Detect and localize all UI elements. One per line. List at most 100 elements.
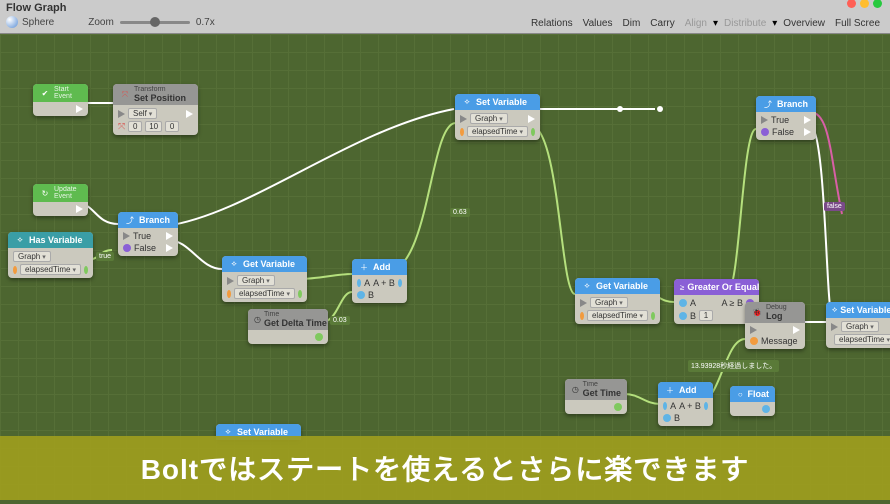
port-icon <box>460 128 464 136</box>
plus-icon: ＋ <box>664 384 676 396</box>
branch-icon: ⤴ <box>762 98 774 110</box>
zoom-slider[interactable] <box>120 21 190 24</box>
graph-canvas[interactable]: ✔StartEvent ⤧TransformSet Position Self … <box>0 34 890 500</box>
debug-value: 0.63 <box>450 208 470 217</box>
node-start-event[interactable]: ✔StartEvent <box>33 84 88 116</box>
node-get-variable-2[interactable]: ⟡Get Variable Graph elapsedTime <box>575 278 660 324</box>
port-icon <box>761 128 769 136</box>
node-get-time[interactable]: ◷TimeGet Time <box>565 379 627 414</box>
node-set-position[interactable]: ⤧TransformSet Position Self ⤧0100 <box>113 84 198 135</box>
port-icon <box>123 244 131 252</box>
flow-out-icon <box>528 115 535 123</box>
clock-icon: ◷ <box>254 314 261 326</box>
flow-in-icon <box>831 323 838 331</box>
overlay-banner: Boltではステートを使えるとさらに楽できます <box>0 436 890 500</box>
flow-in-icon <box>750 326 757 334</box>
port-icon <box>663 402 667 410</box>
flow-in-icon <box>227 277 234 285</box>
distribute-button[interactable]: Distribute <box>720 16 770 31</box>
variable-icon: ⟡ <box>461 96 473 108</box>
port-icon <box>357 291 365 299</box>
fullscreen-button[interactable]: Full Scree <box>831 16 884 31</box>
node-float[interactable]: ○Float <box>730 386 775 416</box>
overview-button[interactable]: Overview <box>779 16 829 31</box>
sphere-icon <box>6 16 18 28</box>
node-branch-2[interactable]: ⤴Branch True False <box>756 96 816 140</box>
flow-in-icon <box>761 116 768 124</box>
node-update-event[interactable]: ↻UpdateEvent <box>33 184 88 216</box>
scope-dropdown[interactable]: Graph <box>237 275 275 286</box>
window-controls[interactable] <box>847 0 882 8</box>
var-dropdown[interactable]: elapsedTime <box>834 334 890 345</box>
scope-dropdown[interactable]: Graph <box>590 297 628 308</box>
node-has-variable[interactable]: ⟡Has Variable Graph elapsedTime <box>8 232 93 278</box>
zoom-label: Zoom <box>88 17 114 28</box>
node-set-variable-1[interactable]: ⟡Set Variable Graph elapsedTime <box>455 94 540 140</box>
flow-in-icon <box>118 110 125 118</box>
relations-button[interactable]: Relations <box>527 16 577 31</box>
carry-button[interactable]: Carry <box>646 16 678 31</box>
var-dropdown[interactable]: elapsedTime <box>467 126 528 137</box>
var-dropdown[interactable]: elapsedTime <box>234 288 295 299</box>
scope-dropdown[interactable]: Graph <box>470 113 508 124</box>
port-icon <box>315 333 323 341</box>
align-button[interactable]: Align <box>681 16 711 31</box>
variable-icon: ⟡ <box>14 234 26 246</box>
flow-out-icon <box>166 244 173 252</box>
node-debug-log[interactable]: 🐞DebugLog Message <box>745 302 805 349</box>
loop-icon: ↻ <box>39 187 51 199</box>
port-icon <box>679 312 687 320</box>
greater-equal-icon: ≥ <box>680 281 684 293</box>
port-icon <box>679 299 687 307</box>
flow-out-icon <box>76 205 83 213</box>
debug-value: false <box>824 202 845 211</box>
var-dropdown[interactable]: elapsedTime <box>20 264 81 275</box>
banner-text: Boltではステートを使えるとさらに楽できます <box>141 448 750 488</box>
axis-icon: ⤧ <box>118 121 125 132</box>
branch-icon: ⤴ <box>124 214 136 226</box>
float-icon: ○ <box>736 388 745 400</box>
port-icon <box>531 128 535 136</box>
clock-icon: ◷ <box>571 384 580 396</box>
debug-value: true <box>96 252 114 261</box>
dim-button[interactable]: Dim <box>619 16 645 31</box>
node-get-variable-1[interactable]: ⟡Get Variable Graph elapsedTime <box>222 256 307 302</box>
target-dropdown[interactable]: Self <box>128 108 157 119</box>
var-dropdown[interactable]: elapsedTime <box>587 310 648 321</box>
scope-dropdown[interactable]: Graph <box>841 321 879 332</box>
node-add-1[interactable]: ＋Add AA + B B <box>352 259 407 303</box>
check-icon: ✔ <box>39 87 51 99</box>
flow-in-icon <box>580 299 587 307</box>
port-icon <box>13 266 17 274</box>
port-icon <box>704 402 708 410</box>
flow-out-icon <box>186 110 193 118</box>
port-icon <box>663 414 671 422</box>
port-icon <box>84 266 88 274</box>
node-set-variable-2[interactable]: ⟡Set Variable Graph elapsedTime <box>826 302 890 348</box>
debug-value: 0.03 <box>330 316 350 325</box>
variable-icon: ⟡ <box>581 280 593 292</box>
port-icon <box>227 290 231 298</box>
port-icon <box>614 403 622 411</box>
port-icon <box>298 290 302 298</box>
debug-value: 13.93928秒経過しました。 <box>688 360 779 372</box>
flow-out-icon <box>76 105 83 113</box>
maximize-icon[interactable] <box>873 0 882 8</box>
flow-out-icon <box>804 116 811 124</box>
object-name[interactable]: Sphere <box>22 17 54 28</box>
flow-out-icon <box>166 232 173 240</box>
zoom-value: 0.7x <box>196 17 215 28</box>
close-icon[interactable] <box>847 0 856 8</box>
flow-out-icon <box>793 326 800 334</box>
minimize-icon[interactable] <box>860 0 869 8</box>
node-add-2[interactable]: ＋Add AA + B B <box>658 382 713 426</box>
flow-in-icon <box>123 232 130 240</box>
node-branch-1[interactable]: ⤴Branch True False <box>118 212 178 256</box>
port-icon <box>357 279 361 287</box>
scope-dropdown[interactable]: Graph <box>13 251 51 262</box>
bug-icon: 🐞 <box>751 307 763 319</box>
values-button[interactable]: Values <box>579 16 617 31</box>
window-title: Flow Graph <box>6 2 215 14</box>
node-get-delta-time[interactable]: ◷TimeGet Delta Time <box>248 309 328 344</box>
port-icon <box>750 337 758 345</box>
